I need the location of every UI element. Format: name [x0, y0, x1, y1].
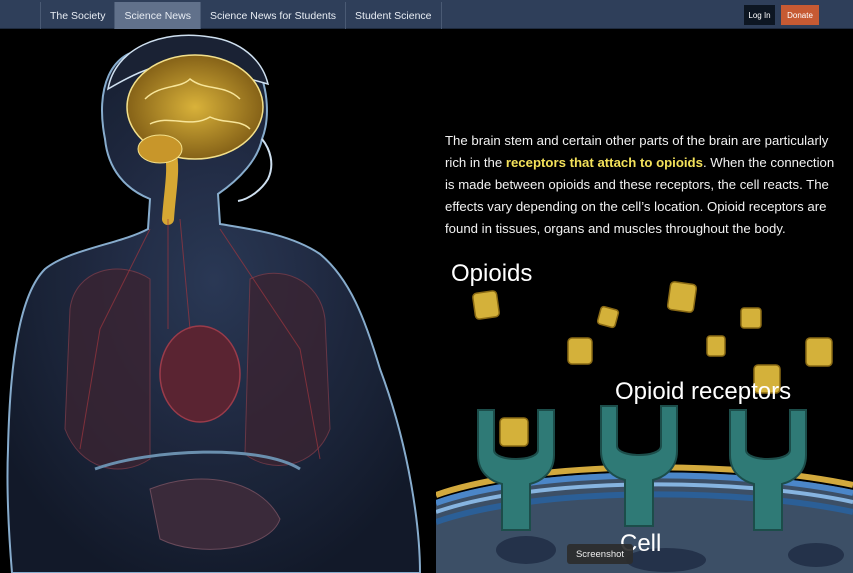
opioids-label: Opioids — [451, 260, 533, 287]
opioid-molecule — [472, 290, 500, 320]
highlight-text[interactable]: receptors that attach to opioids — [506, 155, 703, 170]
opioid-molecule — [740, 307, 762, 329]
screenshot-tooltip: Screenshot — [567, 544, 633, 564]
article-paragraph: The brain stem and certain other parts o… — [445, 130, 845, 240]
opioid-molecule-bound — [499, 417, 529, 447]
opioid-receptors-label: Opioid receptors — [615, 378, 792, 405]
opioid-molecule — [596, 305, 620, 329]
nav-item-science-news[interactable]: Science News — [114, 2, 200, 29]
donate-button[interactable]: Donate — [781, 5, 819, 25]
login-button[interactable]: Log In — [744, 5, 775, 25]
site-nav: The Society Science News Science News fo… — [40, 2, 442, 29]
opioid-molecule — [567, 337, 593, 365]
nav-item-student-science[interactable]: Student Science — [345, 2, 442, 29]
nav-item-science-news-for-students[interactable]: Science News for Students — [199, 2, 345, 29]
human-body-illustration — [6, 34, 422, 573]
opioid-molecule — [706, 335, 726, 357]
top-navigation-bar: The Society Science News Science News fo… — [0, 0, 853, 29]
opioid-molecule — [805, 337, 833, 367]
opioid-receptor-diagram — [436, 281, 853, 573]
opioid-molecule — [666, 281, 698, 313]
nav-item-the-society[interactable]: The Society — [40, 2, 114, 29]
